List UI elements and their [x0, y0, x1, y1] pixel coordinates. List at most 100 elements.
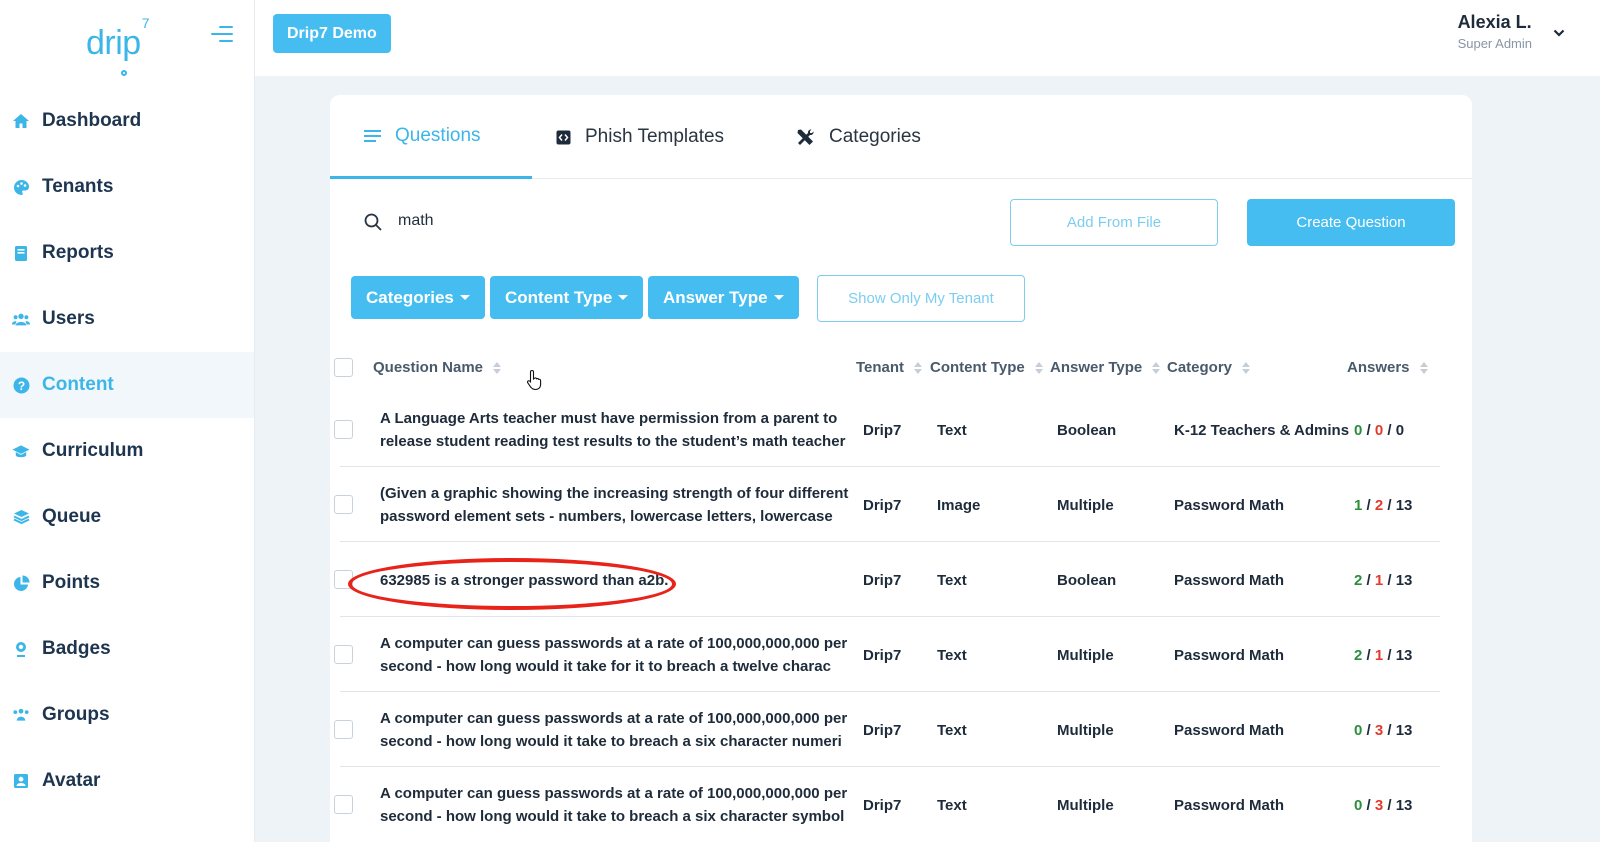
- sidebar-item-label: Badges: [42, 638, 111, 659]
- answer-type-filter-button[interactable]: Answer Type: [648, 276, 799, 319]
- content-type-cell: Text: [937, 422, 967, 439]
- sidebar-item-curriculum[interactable]: Curriculum: [0, 418, 254, 484]
- column-answers[interactable]: Answers: [1347, 359, 1428, 376]
- sidebar-item-content[interactable]: ? Content: [0, 352, 254, 418]
- tab-questions[interactable]: Questions: [330, 95, 532, 179]
- question-name[interactable]: A computer can guess passwords at a rate…: [380, 632, 850, 678]
- column-question-name[interactable]: Question Name: [373, 359, 502, 376]
- total-count: 13: [1395, 647, 1413, 664]
- sidebar-item-label: Dashboard: [42, 110, 142, 131]
- tenant-selector-button[interactable]: Drip7 Demo: [273, 14, 391, 53]
- content-type-cell: Text: [937, 572, 967, 589]
- content-card: Questions Phish Templates Categories Add…: [330, 95, 1472, 842]
- question-line: 632985 is a stronger password than a2b.: [380, 572, 669, 589]
- content-type-filter-button[interactable]: Content Type: [490, 276, 644, 319]
- show-only-my-tenant-button[interactable]: Show Only My Tenant: [817, 275, 1025, 322]
- create-question-button[interactable]: Create Question: [1247, 199, 1455, 246]
- caret-down-icon: [773, 295, 784, 300]
- tab-categories[interactable]: Categories: [796, 95, 921, 179]
- sidebar-nav: Dashboard Tenants Reports Users ? Conten…: [0, 88, 254, 814]
- sort-icon: [1152, 361, 1161, 374]
- top-bar: Drip7 Demo Alexia L. Super Admin: [255, 0, 1600, 76]
- question-line: release student reading test results to …: [380, 433, 846, 450]
- answer-type-cell: Boolean: [1057, 572, 1117, 589]
- answer-type-cell: Multiple: [1057, 722, 1114, 739]
- wrong-count: 2: [1374, 497, 1384, 514]
- row-checkbox[interactable]: [334, 495, 353, 514]
- drip7-logo[interactable]: drip7: [86, 15, 150, 76]
- logo-superscript: 7: [141, 14, 150, 31]
- answers-cell: 0 / 3 / 13: [1354, 797, 1413, 814]
- sidebar-item-badges[interactable]: Badges: [0, 616, 254, 682]
- table-row[interactable]: A Language Arts teacher must have permis…: [334, 392, 1440, 467]
- question-name[interactable]: A computer can guess passwords at a rate…: [380, 782, 850, 828]
- column-category[interactable]: Category: [1167, 359, 1251, 376]
- row-checkbox[interactable]: [334, 570, 353, 589]
- answers-cell: 1 / 2 / 13: [1354, 497, 1413, 514]
- hand-cursor-icon: [526, 369, 542, 391]
- sidebar-item-points[interactable]: Points: [0, 550, 254, 616]
- select-all-checkbox[interactable]: [334, 358, 353, 377]
- sidebar-item-label: Users: [42, 308, 95, 329]
- column-content-type[interactable]: Content Type: [930, 359, 1043, 376]
- sidebar-item-tenants[interactable]: Tenants: [0, 154, 254, 220]
- categories-filter-button[interactable]: Categories: [351, 276, 485, 319]
- caret-down-icon: [618, 295, 629, 300]
- filter-label: Answer Type: [663, 287, 768, 307]
- question-name[interactable]: A Language Arts teacher must have permis…: [380, 407, 850, 453]
- table-row[interactable]: A computer can guess passwords at a rate…: [334, 767, 1440, 842]
- users-icon: [12, 310, 30, 328]
- tab-phish-templates[interactable]: Phish Templates: [556, 95, 724, 179]
- column-tenant[interactable]: Tenant: [856, 359, 923, 376]
- row-checkbox[interactable]: [334, 420, 353, 439]
- tab-label: Categories: [829, 126, 921, 147]
- wrong-count: 0: [1374, 422, 1384, 439]
- content-type-cell: Text: [937, 647, 967, 664]
- tenant-cell: Drip7: [863, 497, 902, 514]
- filter-label: Content Type: [505, 287, 613, 307]
- sidebar-item-reports[interactable]: Reports: [0, 220, 254, 286]
- sidebar-item-users[interactable]: Users: [0, 286, 254, 352]
- sidebar-item-queue[interactable]: Queue: [0, 484, 254, 550]
- user-menu[interactable]: Alexia L. Super Admin: [1458, 12, 1532, 51]
- table-row[interactable]: (Given a graphic showing the increasing …: [334, 467, 1440, 542]
- sidebar-item-avatar[interactable]: Avatar: [0, 748, 254, 814]
- search-input[interactable]: [398, 205, 898, 237]
- caret-down-icon: [459, 295, 470, 300]
- answers-cell: 2 / 1 / 13: [1354, 647, 1413, 664]
- table-row[interactable]: A computer can guess passwords at a rate…: [334, 692, 1440, 767]
- question-name[interactable]: 632985 is a stronger password than a2b.: [380, 569, 850, 592]
- table-row[interactable]: A computer can guess passwords at a rate…: [334, 617, 1440, 692]
- content-type-cell: Image: [937, 497, 981, 514]
- question-line: password element sets - numbers, lowerca…: [380, 508, 833, 525]
- add-from-file-button[interactable]: Add From File: [1010, 199, 1218, 246]
- answers-cell: 0 / 0 / 0: [1354, 422, 1405, 439]
- menu-toggle-icon[interactable]: [211, 26, 233, 44]
- row-checkbox[interactable]: [334, 720, 353, 739]
- column-answer-type[interactable]: Answer Type: [1050, 359, 1161, 376]
- sidebar: drip7 Dashboard Tenants Reports Users ? …: [0, 0, 255, 842]
- content-type-cell: Text: [937, 722, 967, 739]
- sidebar-item-label: Avatar: [42, 770, 101, 791]
- question-name[interactable]: A computer can guess passwords at a rate…: [380, 707, 850, 753]
- row-checkbox[interactable]: [334, 645, 353, 664]
- sidebar-item-groups[interactable]: Groups: [0, 682, 254, 748]
- sidebar-item-label: Points: [42, 572, 101, 593]
- tenant-cell: Drip7: [863, 572, 902, 589]
- sidebar-item-dashboard[interactable]: Dashboard: [0, 88, 254, 154]
- question-line: A computer can guess passwords at a rate…: [380, 785, 848, 802]
- chevron-down-icon[interactable]: [1552, 26, 1566, 40]
- question-circle-icon: ?: [12, 376, 30, 394]
- list-icon: [364, 129, 381, 143]
- question-name[interactable]: (Given a graphic showing the increasing …: [380, 482, 850, 528]
- sidebar-item-label: Reports: [42, 242, 114, 263]
- category-cell: Password Math: [1174, 722, 1285, 739]
- sidebar-item-label: Curriculum: [42, 440, 144, 461]
- tenant-cell: Drip7: [863, 797, 902, 814]
- wrong-count: 3: [1374, 797, 1384, 814]
- question-line: second - how long would it take to breac…: [380, 808, 845, 825]
- column-label: Category: [1167, 359, 1233, 376]
- tenant-cell: Drip7: [863, 722, 902, 739]
- table-row[interactable]: 632985 is a stronger password than a2b. …: [334, 542, 1440, 617]
- row-checkbox[interactable]: [334, 795, 353, 814]
